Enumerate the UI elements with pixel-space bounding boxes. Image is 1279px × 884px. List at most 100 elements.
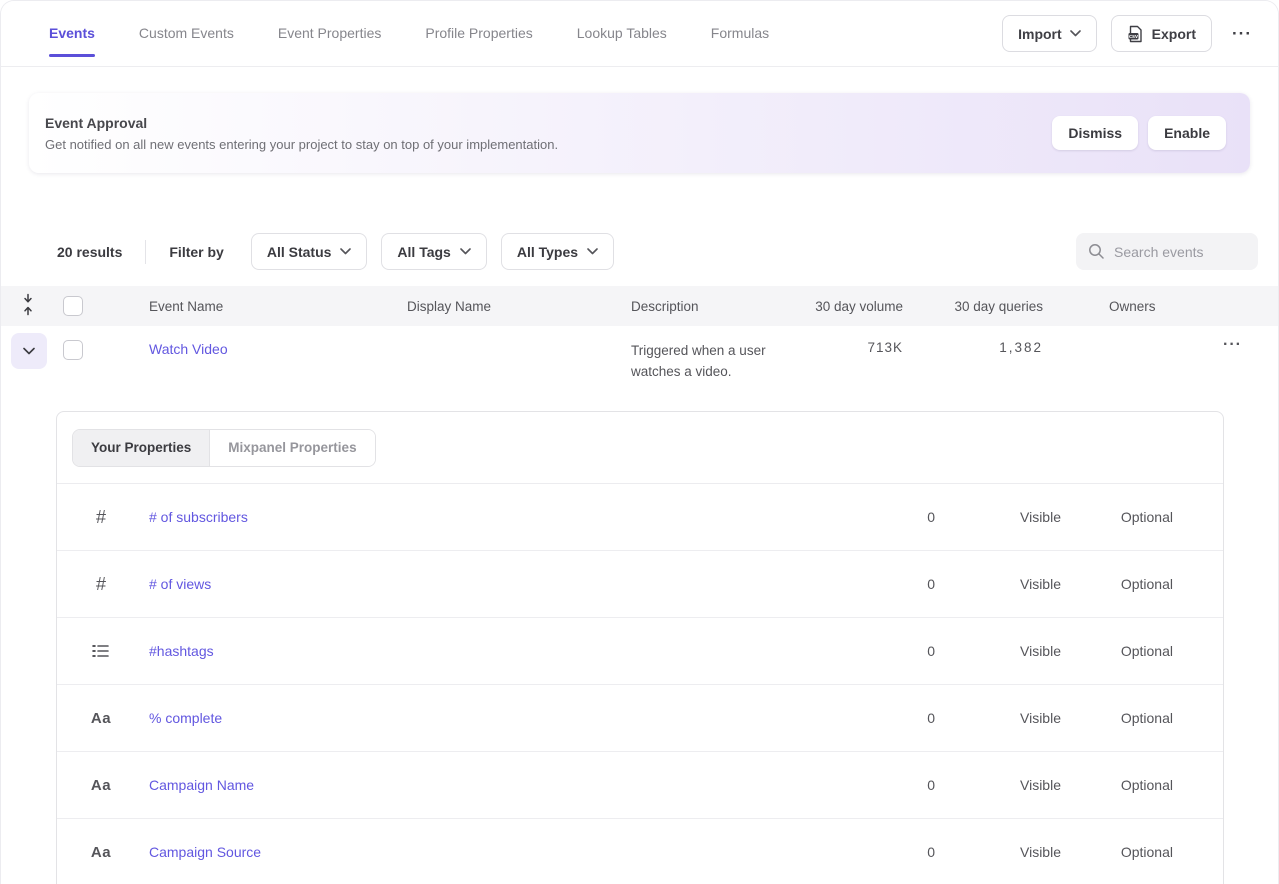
property-name-link[interactable]: Campaign Name	[123, 777, 835, 793]
nav-tab[interactable]: Lookup Tables	[577, 1, 667, 66]
nav-tab-label: Event Properties	[278, 25, 382, 41]
property-row: # # of views 0 Visible Optional	[57, 551, 1223, 618]
property-requirement: Optional	[1061, 710, 1173, 726]
filter-dropdown-label: All Status	[267, 244, 332, 260]
property-name-link[interactable]: # of views	[123, 576, 835, 592]
property-count: 0	[835, 844, 935, 860]
export-label: Export	[1152, 26, 1196, 42]
nav-tab-label: Events	[49, 25, 95, 41]
filter-by-label: Filter by	[169, 244, 223, 260]
property-name-link[interactable]: #hashtags	[123, 643, 835, 659]
banner-description: Get notified on all new events entering …	[45, 137, 558, 152]
number-type-icon: #	[79, 574, 123, 595]
nav-tab[interactable]: Formulas	[711, 1, 769, 66]
csv-file-icon: csv	[1127, 25, 1144, 43]
text-type-icon: Aa	[79, 844, 123, 861]
property-name-link[interactable]: % complete	[123, 710, 835, 726]
nav-tab-label: Profile Properties	[425, 25, 532, 41]
property-count: 0	[835, 777, 935, 793]
nav-tab[interactable]: Profile Properties	[425, 1, 532, 66]
header-description: Description	[613, 299, 803, 314]
property-count: 0	[835, 576, 935, 592]
property-row: #hashtags 0 Visible Optional	[57, 618, 1223, 685]
export-button[interactable]: csv Export	[1111, 15, 1212, 52]
row-more-options-icon[interactable]: ···	[1223, 336, 1242, 354]
properties-panel: Your Properties Mixpanel Properties # # …	[56, 411, 1224, 884]
collapse-all-icon[interactable]	[21, 293, 55, 319]
property-visibility: Visible	[935, 777, 1061, 793]
import-button[interactable]: Import	[1002, 15, 1097, 52]
more-options-icon[interactable]: ···	[1226, 20, 1258, 48]
property-count: 0	[835, 509, 935, 525]
property-requirement: Optional	[1061, 844, 1173, 860]
properties-tabbar: Your Properties Mixpanel Properties	[57, 412, 1223, 484]
property-row: # # of subscribers 0 Visible Optional	[57, 484, 1223, 551]
property-row: Aa % complete 0 Visible Optional	[57, 685, 1223, 752]
property-requirement: Optional	[1061, 643, 1173, 659]
filter-dropdown[interactable]: All Types	[501, 233, 614, 270]
event-name-link[interactable]: Watch Video	[149, 341, 228, 357]
lexicon-page: Events Custom Events Event Properties Pr…	[0, 0, 1279, 884]
properties-tab[interactable]: Mixpanel Properties	[209, 430, 374, 466]
banner-actions: Dismiss Enable	[1052, 116, 1226, 150]
filter-dropdown-label: All Types	[517, 244, 578, 260]
property-requirement: Optional	[1061, 509, 1173, 525]
nav-tab-label: Formulas	[711, 25, 769, 41]
select-all-checkbox[interactable]	[63, 296, 83, 316]
chevron-down-icon	[23, 347, 35, 355]
property-count: 0	[835, 643, 935, 659]
event-description: Triggered when a user watches a video.	[613, 340, 803, 382]
chevron-down-icon	[1070, 30, 1081, 37]
event-approval-banner: Event Approval Get notified on all new e…	[29, 93, 1250, 173]
enable-button[interactable]: Enable	[1148, 116, 1226, 150]
nav-tab[interactable]: Event Properties	[278, 1, 382, 66]
row-checkbox[interactable]	[63, 340, 83, 360]
property-requirement: Optional	[1061, 777, 1173, 793]
dismiss-button[interactable]: Dismiss	[1052, 116, 1138, 150]
results-count: 20 results	[57, 244, 122, 260]
property-count: 0	[835, 710, 935, 726]
property-row: Aa Campaign Name 0 Visible Optional	[57, 752, 1223, 819]
properties-tab-label: Your Properties	[91, 440, 191, 455]
filter-dropdown[interactable]: All Tags	[381, 233, 486, 270]
properties-list: # # of subscribers 0 Visible Optional # …	[57, 484, 1223, 884]
banner-section: Event Approval Get notified on all new e…	[1, 67, 1278, 173]
nav-tab-label: Custom Events	[139, 25, 234, 41]
nav-tab-label: Lookup Tables	[577, 25, 667, 41]
header-owners: Owners	[1093, 299, 1213, 314]
filter-dropdown-label: All Tags	[397, 244, 450, 260]
property-name-link[interactable]: Campaign Source	[123, 844, 835, 860]
filter-dropdown[interactable]: All Status	[251, 233, 368, 270]
property-visibility: Visible	[935, 710, 1061, 726]
chevron-down-icon	[587, 248, 598, 255]
svg-text:csv: csv	[1129, 34, 1138, 40]
property-row: Aa Campaign Source 0 Visible Optional	[57, 819, 1223, 884]
search-box	[1076, 233, 1258, 270]
filter-bar: 20 results Filter by All Status All Tags…	[1, 233, 1278, 270]
top-navigation: Events Custom Events Event Properties Pr…	[1, 1, 1278, 67]
property-visibility: Visible	[935, 576, 1061, 592]
nav-tab[interactable]: Events	[49, 1, 95, 66]
properties-tabs: Your Properties Mixpanel Properties	[72, 429, 376, 467]
properties-tab[interactable]: Your Properties	[73, 430, 209, 466]
header-30-day-volume: 30 day volume	[803, 299, 903, 314]
event-30-day-queries: 1,382	[903, 340, 1043, 355]
header-30-day-queries: 30 day queries	[903, 299, 1043, 314]
nav-tab[interactable]: Custom Events	[139, 1, 234, 66]
chevron-down-icon	[460, 248, 471, 255]
list-type-icon	[79, 643, 123, 659]
nav-tabs: Events Custom Events Event Properties Pr…	[49, 1, 769, 66]
chevron-down-icon	[340, 248, 351, 255]
search-icon	[1088, 243, 1105, 260]
text-type-icon: Aa	[79, 777, 123, 794]
property-visibility: Visible	[935, 844, 1061, 860]
property-name-link[interactable]: # of subscribers	[123, 509, 835, 525]
banner-title: Event Approval	[45, 115, 558, 131]
text-type-icon: Aa	[79, 710, 123, 727]
event-row: Watch Video Triggered when a user watche…	[1, 326, 1278, 411]
divider	[145, 240, 146, 264]
collapse-row-button[interactable]	[11, 333, 47, 369]
header-event-name: Event Name	[107, 299, 389, 314]
filter-dropdowns: All Status All Tags All Types	[251, 233, 614, 270]
table-header: Event Name Display Name Description 30 d…	[1, 286, 1278, 326]
